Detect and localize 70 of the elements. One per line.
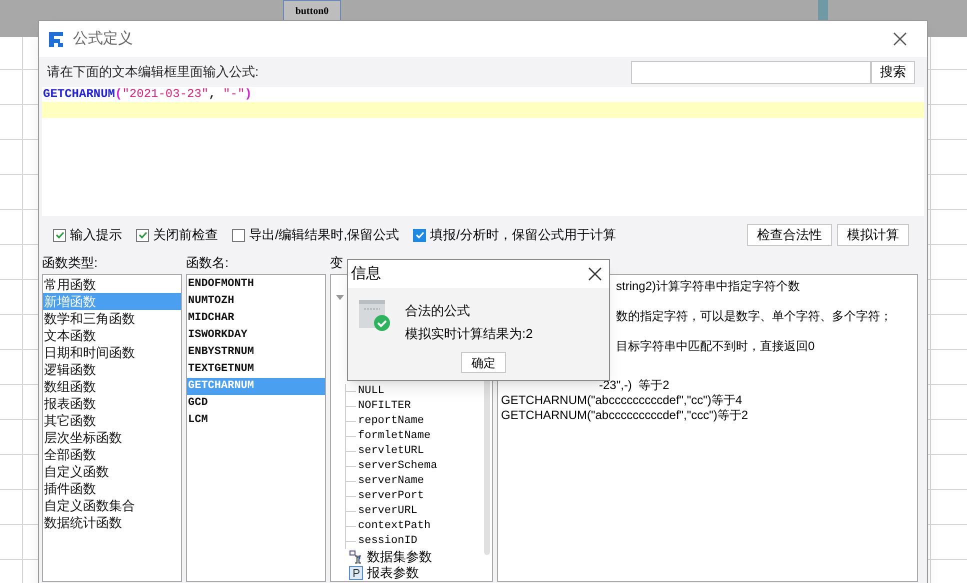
simulate-button[interactable]: 模拟计算: [837, 224, 909, 246]
list-item[interactable]: LCM: [187, 412, 325, 429]
description-text: 数的指定字符，可以是数字、单个字符、多个字符；: [615, 309, 892, 324]
checkbox[interactable]: [232, 228, 245, 242]
list-item[interactable]: 插件函数: [43, 480, 181, 497]
tree-item[interactable]: serverPort: [358, 488, 424, 505]
checkbox[interactable]: [136, 228, 149, 242]
description-text: string2)计算字符串中指定字符个数: [615, 279, 800, 294]
dataset-icon: [349, 550, 363, 564]
success-check-icon: [359, 300, 391, 332]
message-text: 模拟实时计算结果为:2: [405, 324, 533, 342]
check-validity-button[interactable]: 检查合法性: [747, 224, 832, 246]
list-item[interactable]: 层次坐标函数: [43, 429, 181, 446]
tree-item[interactable]: serverURL: [358, 503, 418, 520]
checkbox-label: 填报/分析时，保留公式用于计算: [430, 226, 616, 244]
close-icon[interactable]: [588, 267, 602, 281]
tree-item[interactable]: NOFILTER: [358, 398, 411, 415]
app-logo-icon: [47, 30, 65, 48]
list-item[interactable]: 全部函数: [43, 446, 181, 463]
button-widget: button0: [283, 0, 341, 22]
message-title: 信息: [351, 264, 381, 284]
description-text: GETCHARNUM("abcccccccccdef","cc")等于4: [501, 393, 742, 408]
ok-button[interactable]: 确定: [461, 352, 506, 373]
description-text: GETCHARNUM("abcccccccccdef","ccc")等于2: [501, 408, 748, 423]
list-item[interactable]: 数组函数: [43, 378, 181, 395]
description-text: -23",-) 等于2: [598, 378, 670, 393]
dropdown-arrow-icon[interactable]: [336, 295, 344, 300]
list-item[interactable]: 自定义函数集合: [43, 497, 181, 514]
tree-item[interactable]: servletURL: [358, 443, 424, 460]
list-item[interactable]: ISWORKDAY: [187, 327, 325, 344]
tree-item[interactable]: serverSchema: [358, 458, 438, 475]
list-item[interactable]: ENBYSTRNUM: [187, 344, 325, 361]
list-item[interactable]: 报表函数: [43, 395, 181, 412]
column-label: 函数类型:: [42, 254, 99, 272]
column-label: 变: [330, 254, 343, 272]
tree-item[interactable]: serverName: [358, 473, 424, 490]
list-item[interactable]: 数学和三角函数: [43, 310, 181, 327]
tree-item[interactable]: reportName: [358, 413, 424, 430]
parameter-icon: [349, 566, 363, 580]
search-button[interactable]: 搜索: [871, 60, 915, 84]
list-item[interactable]: 自定义函数: [43, 463, 181, 480]
list-item[interactable]: GCD: [187, 395, 325, 412]
list-item[interactable]: MIDCHAR: [187, 310, 325, 327]
column-label: 函数名:: [186, 254, 230, 272]
checkbox-label: 输入提示: [70, 226, 122, 244]
checkbox-label: 关闭前检查: [153, 226, 218, 244]
description-text: 目标字符串中匹配不到时，直接返回0: [615, 339, 815, 354]
instruction-text: 请在下面的文本编辑框里面输入公式:: [47, 63, 259, 82]
formula-editor[interactable]: GETCHARNUM("2021-03-23", "-"): [42, 87, 924, 216]
list-item[interactable]: 常用函数: [43, 276, 181, 293]
list-item[interactable]: 日期和时间函数: [43, 344, 181, 361]
tree-item[interactable]: NULL: [358, 383, 384, 400]
tree-item[interactable]: contextPath: [358, 518, 431, 535]
list-item[interactable]: ENDOFMONTH: [187, 276, 325, 293]
close-icon[interactable]: [893, 32, 907, 46]
checkbox-label: 导出/编辑结果时,保留公式: [249, 226, 400, 244]
list-item[interactable]: 文本函数: [43, 327, 181, 344]
checkbox[interactable]: [53, 228, 66, 242]
list-item[interactable]: 其它函数: [43, 412, 181, 429]
formula-text: GETCHARNUM("2021-03-23", "-"): [42, 87, 252, 102]
dialog-title: 公式定义: [73, 28, 133, 49]
list-item[interactable]: 数据统计函数: [43, 514, 181, 531]
tree-item[interactable]: sessionID: [358, 533, 418, 550]
tree-item[interactable]: formletName: [358, 428, 431, 445]
message-text: 合法的公式: [405, 302, 471, 320]
checkbox[interactable]: [413, 228, 426, 242]
list-item[interactable]: NUMTOZH: [187, 293, 325, 310]
list-item[interactable]: TEXTGETNUM: [187, 361, 325, 378]
list-item[interactable]: 逻辑函数: [43, 361, 181, 378]
search-field[interactable]: [631, 60, 871, 84]
